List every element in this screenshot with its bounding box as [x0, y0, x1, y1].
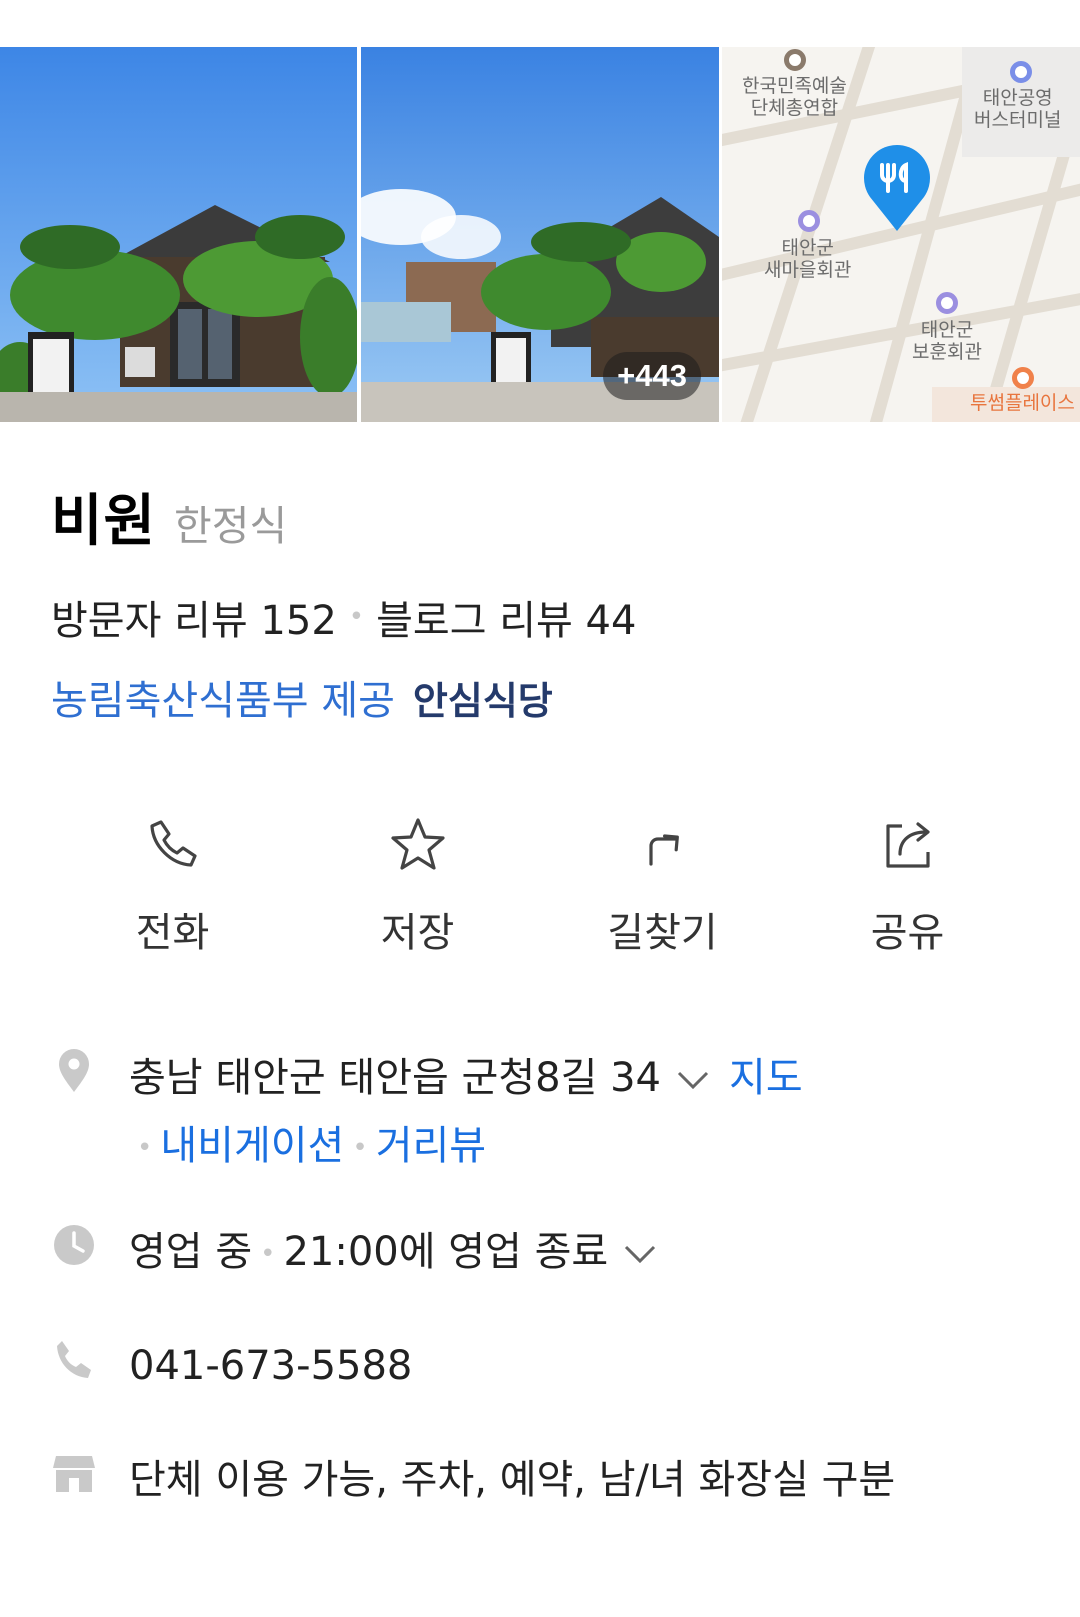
share-icon	[885, 822, 930, 868]
separator-dot: •	[137, 1133, 153, 1163]
place-name: 비원	[51, 489, 157, 554]
separator-dot: •	[260, 1239, 276, 1269]
safe-restaurant-badge[interactable]: 안심식당	[413, 670, 553, 725]
separator-dot: •	[352, 1133, 368, 1163]
provider-row: 농림축산식품부 제공 안심식당	[51, 668, 553, 726]
blog-review-link[interactable]: 블로그 리뷰 44	[376, 588, 636, 646]
map-label-2: 태안공영 버스터미널	[974, 87, 1062, 131]
phone-icon	[57, 1341, 91, 1378]
facilities-text: 단체 이용 가능, 주차, 예약, 남/녀 화장실 구분	[129, 1457, 896, 1503]
address-block: 충남 태안군 태안읍 군청8길 34 지도 • 내비게이션 • 거리뷰	[129, 1044, 1009, 1182]
culture-poi-icon	[784, 49, 806, 71]
bus-terminal-icon	[1010, 61, 1032, 83]
chevron-down-icon[interactable]	[675, 1069, 711, 1091]
star-icon	[390, 818, 445, 870]
clock-icon	[54, 1225, 94, 1265]
address-row: 충남 태안군 태안읍 군청8길 34 지도 • 내비게이션 • 거리뷰	[51, 1044, 1009, 1182]
directions-icon	[648, 834, 679, 866]
more-photos-count[interactable]: +443	[603, 352, 701, 400]
map-label-3: 태안군 새마을회관	[764, 237, 852, 281]
map-label-5: 투썸플레이스	[970, 392, 1075, 414]
facilities-row: 단체 이용 가능, 주차, 예약, 남/녀 화장실 구분	[51, 1446, 895, 1514]
business-status: 영업 중	[129, 1229, 253, 1275]
phone-icon	[149, 820, 197, 867]
address-text: 충남 태안군 태안읍 군청8길 34	[129, 1055, 662, 1101]
map-label-4: 태안군 보훈회관	[912, 319, 982, 363]
hours-row[interactable]: 영업 중 • 21:00에 영업 종료	[51, 1218, 676, 1288]
location-map[interactable]: 한국민족예술 단체총연합 태안공영 버스터미널 태안군 새마을회관 태안군 보훈회관 투…	[722, 47, 1080, 422]
restaurant-photo-2[interactable]: +443	[361, 47, 719, 422]
review-counts: 방문자 리뷰 152 • 블로그 리뷰 44	[51, 588, 636, 646]
action-bar: 전화 저장 길찾기 공유	[50, 812, 1030, 962]
directions-button[interactable]: 길찾기	[540, 812, 785, 962]
chevron-down-icon[interactable]	[622, 1243, 658, 1265]
visitor-review-link[interactable]: 방문자 리뷰 152	[51, 588, 337, 646]
call-button[interactable]: 전화	[50, 812, 295, 962]
directions-label: 길찾기	[607, 910, 718, 956]
location-pin-icon	[59, 1049, 89, 1092]
call-label: 전화	[135, 910, 210, 956]
store-icon	[53, 1456, 95, 1492]
navigation-link[interactable]: 내비게이션	[160, 1123, 344, 1169]
save-button[interactable]: 저장	[295, 812, 540, 962]
photo-strip: +443 한국민족예술 단체총연합 태안공영 버스터미널 태안군 새마을회관 태…	[0, 47, 1080, 422]
restaurant-photo-1[interactable]	[0, 47, 357, 422]
separator-dot: •	[348, 602, 365, 632]
hall-poi-icon	[798, 210, 820, 232]
share-button[interactable]: 공유	[785, 812, 1030, 962]
map-link[interactable]: 지도	[729, 1055, 803, 1101]
map-label-1: 한국민족예술 단체총연합	[742, 75, 847, 119]
restaurant-photo-1-image	[0, 47, 357, 422]
save-label: 저장	[380, 910, 455, 956]
title-row: 비원 한정식	[51, 476, 287, 557]
phone-row[interactable]: 041-673-5588	[51, 1332, 412, 1400]
cafe-poi-icon	[1012, 367, 1034, 389]
hours-block: 영업 중 • 21:00에 영업 종료	[129, 1218, 676, 1288]
place-category: 한정식	[174, 502, 288, 550]
hall-poi-icon	[936, 292, 958, 314]
phone-number[interactable]: 041-673-5588	[129, 1332, 412, 1400]
share-label: 공유	[870, 910, 945, 956]
provider-text: 농림축산식품부 제공	[51, 678, 395, 724]
restaurant-pin-icon	[864, 145, 930, 231]
closing-time: 21:00에 영업 종료	[283, 1229, 609, 1275]
street-view-link[interactable]: 거리뷰	[376, 1123, 486, 1169]
